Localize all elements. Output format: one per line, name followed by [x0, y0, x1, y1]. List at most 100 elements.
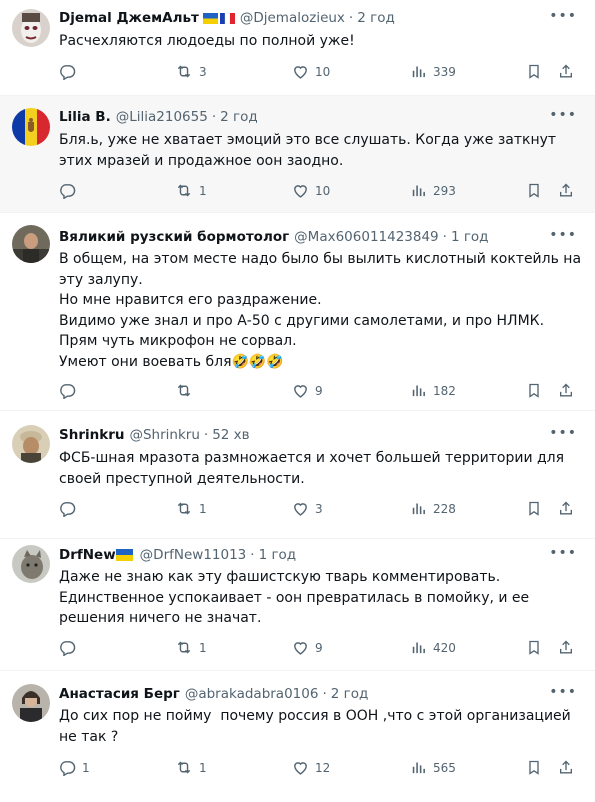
avatar[interactable] — [12, 9, 50, 47]
user-handle[interactable]: @Shrinkru — [129, 427, 199, 443]
retweet-button[interactable]: 3 — [175, 63, 207, 80]
user-handle[interactable]: @abrakadabra0106 — [185, 686, 319, 702]
timestamp[interactable]: 2 год — [331, 686, 369, 702]
share-icon — [560, 640, 572, 654]
bookmark-button[interactable] — [526, 759, 542, 776]
avatar[interactable] — [12, 425, 50, 463]
reply-button[interactable] — [59, 500, 82, 517]
reply-button[interactable] — [59, 639, 82, 656]
retweet-button[interactable] — [175, 382, 199, 399]
reply-icon — [60, 384, 76, 399]
views-icon — [412, 385, 425, 397]
share-icon — [560, 760, 572, 774]
tweet[interactable]: Lilia B. @Lilia210655 · 2 год ••• Бля.ь,… — [0, 96, 595, 213]
reply-icon — [60, 761, 76, 776]
reply-button[interactable] — [59, 382, 82, 399]
user-handle[interactable]: @Djemalozieux — [240, 10, 345, 26]
retweet-icon — [177, 641, 191, 654]
more-icon[interactable]: ••• — [549, 545, 577, 561]
like-button[interactable]: 10 — [292, 63, 330, 80]
like-button[interactable]: 10 — [292, 182, 330, 199]
share-icon — [560, 64, 572, 78]
more-icon[interactable]: ••• — [549, 684, 577, 700]
reply-button[interactable] — [59, 63, 82, 80]
timestamp[interactable]: 52 хв — [212, 427, 249, 443]
like-icon — [294, 185, 307, 198]
display-name[interactable]: Анастасия Берг — [59, 686, 180, 702]
action-bar: 9 182 — [59, 382, 589, 402]
reply-button[interactable]: 1 — [59, 759, 90, 776]
tweet-text: Расчехляются людоеды по полной уже! — [59, 33, 355, 49]
share-button[interactable] — [558, 500, 574, 517]
bookmark-button[interactable] — [526, 182, 542, 199]
views-button[interactable]: 293 — [410, 182, 456, 199]
avatar[interactable] — [12, 108, 50, 146]
bookmark-button[interactable] — [526, 63, 542, 80]
avatar[interactable] — [12, 545, 50, 583]
display-name[interactable]: Вяликий рузский бормотолог — [59, 229, 289, 245]
share-button[interactable] — [558, 63, 574, 80]
views-button[interactable]: 228 — [410, 500, 456, 517]
share-button[interactable] — [558, 639, 574, 656]
timestamp[interactable]: 2 год — [357, 10, 395, 26]
share-button[interactable] — [558, 382, 574, 399]
bookmark-button[interactable] — [526, 500, 542, 517]
bookmark-icon — [529, 640, 539, 655]
reply-icon — [60, 502, 76, 517]
views-icon — [412, 642, 425, 654]
user-handle[interactable]: @Lilia210655 — [116, 109, 208, 125]
like-button[interactable]: 9 — [292, 639, 323, 656]
tweet[interactable]: Вяликий рузский бормотолог @Max606011423… — [0, 213, 595, 411]
more-icon[interactable]: ••• — [549, 425, 577, 441]
tweet[interactable]: Анастасия Берг @abrakadabra0106 · 2 год … — [0, 671, 595, 802]
views-icon — [412, 185, 425, 197]
avatar[interactable] — [12, 225, 50, 263]
share-button[interactable] — [558, 759, 574, 776]
retweet-icon — [177, 502, 191, 515]
timestamp[interactable]: 1 год — [451, 229, 489, 245]
retweet-button[interactable]: 1 — [175, 182, 207, 199]
more-icon[interactable]: ••• — [549, 227, 577, 243]
retweet-icon — [177, 184, 191, 197]
reply-feed: Djemal ДжемАльт @Djemalozieux · 2 год ••… — [0, 0, 595, 802]
france-flag-icon — [219, 12, 235, 24]
bookmark-button[interactable] — [526, 382, 542, 399]
more-icon[interactable]: ••• — [549, 8, 577, 24]
reply-button[interactable] — [59, 182, 82, 199]
display-name[interactable]: Lilia B. — [59, 109, 111, 125]
retweet-button[interactable]: 1 — [175, 500, 207, 517]
display-name[interactable]: Shrinkru — [59, 427, 124, 443]
like-button[interactable]: 9 — [292, 382, 323, 399]
reply-icon — [60, 65, 76, 80]
views-button[interactable]: 182 — [410, 382, 456, 399]
ukraine-flag-icon — [202, 12, 218, 24]
tweet[interactable]: Shrinkru @Shrinkru · 52 хв ••• ФСБ-шная … — [0, 411, 595, 539]
display-name[interactable]: Djemal ДжемАльт — [59, 10, 199, 26]
like-button[interactable]: 3 — [292, 500, 323, 517]
avatar[interactable] — [12, 684, 50, 722]
views-button[interactable]: 565 — [410, 759, 456, 776]
bookmark-icon — [529, 383, 539, 398]
ukraine-flag-icon — [115, 549, 133, 561]
timestamp[interactable]: 1 год — [259, 547, 297, 563]
display-name[interactable]: DrfNew — [59, 547, 116, 563]
tweet[interactable]: DrfNew @DrfNew11013 · 1 год ••• Даже не … — [0, 539, 595, 671]
share-button[interactable] — [558, 182, 574, 199]
tweet-text: До сих пор не пойму почему россия в ООН … — [59, 708, 576, 745]
bookmark-icon — [529, 183, 539, 198]
user-handle[interactable]: @DrfNew11013 — [140, 547, 247, 563]
action-bar: 1 10 293 — [59, 182, 589, 202]
tweet[interactable]: Djemal ДжемАльт @Djemalozieux · 2 год ••… — [0, 0, 595, 96]
views-button[interactable]: 420 — [410, 639, 456, 656]
views-button[interactable]: 339 — [410, 63, 456, 80]
like-button[interactable]: 12 — [292, 759, 330, 776]
views-icon — [412, 503, 425, 515]
retweet-button[interactable]: 1 — [175, 759, 207, 776]
timestamp[interactable]: 2 год — [220, 109, 258, 125]
user-handle[interactable]: @Max606011423849 — [294, 229, 438, 245]
share-icon — [560, 501, 572, 515]
retweet-button[interactable]: 1 — [175, 639, 207, 656]
more-icon[interactable]: ••• — [549, 107, 577, 123]
bookmark-button[interactable] — [526, 639, 542, 656]
share-icon — [560, 383, 572, 397]
